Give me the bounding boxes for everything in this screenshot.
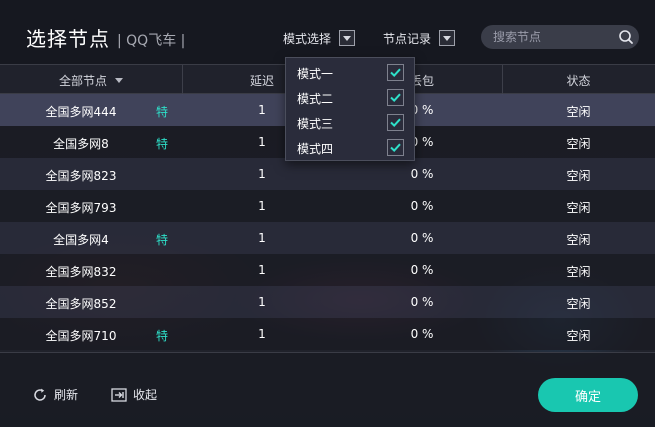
node-status: 空闲 bbox=[566, 201, 591, 215]
mode-option-label: 模式三 bbox=[297, 117, 334, 131]
special-tag: 特 bbox=[155, 105, 168, 119]
footer-bar: 刷新 收起 确定 bbox=[0, 352, 655, 427]
node-name: 全国多网710 bbox=[45, 329, 117, 343]
mode-option-2[interactable]: 模式二 bbox=[286, 85, 414, 110]
node-name: 全国多网823 bbox=[45, 169, 117, 183]
table-row[interactable]: 全国多网793 1 0 % 空闲 bbox=[0, 190, 655, 222]
search-box[interactable] bbox=[481, 25, 639, 49]
node-status: 空闲 bbox=[566, 137, 591, 151]
mode-option-label: 模式一 bbox=[297, 67, 334, 81]
column-header-node-label: 全部节点 bbox=[58, 74, 107, 88]
table-row[interactable]: 全国多网710 特 1 0 % 空闲 bbox=[0, 318, 655, 350]
search-input[interactable] bbox=[493, 28, 611, 46]
mode-checkbox[interactable] bbox=[387, 114, 404, 131]
mode-option-label: 模式二 bbox=[297, 92, 334, 106]
check-icon bbox=[390, 118, 401, 128]
special-tag: 特 bbox=[155, 329, 168, 343]
header-bar: 选择节点 | QQ飞车 | 模式选择 节点记录 bbox=[0, 0, 655, 64]
node-status: 空闲 bbox=[566, 297, 591, 311]
collapse-icon bbox=[111, 387, 127, 402]
mode-option-1[interactable]: 模式一 bbox=[286, 60, 414, 85]
node-name: 全国多网8 bbox=[53, 137, 109, 151]
collapse-label: 收起 bbox=[133, 388, 158, 402]
mode-dropdown-menu: 模式一 模式二 模式三 模式四 bbox=[285, 57, 415, 161]
node-delay: 1 bbox=[258, 231, 266, 245]
refresh-icon bbox=[34, 388, 46, 401]
check-icon bbox=[390, 143, 401, 153]
node-name: 全国多网793 bbox=[45, 201, 117, 215]
node-loss: 0 % bbox=[410, 263, 434, 277]
node-loss: 0 % bbox=[410, 231, 434, 245]
check-icon bbox=[390, 68, 401, 78]
node-name: 全国多网444 bbox=[45, 105, 117, 119]
node-name: 全国多网832 bbox=[45, 265, 117, 279]
mode-option-3[interactable]: 模式三 bbox=[286, 110, 414, 135]
mode-select-dropdown-button[interactable] bbox=[339, 30, 355, 46]
node-delay: 1 bbox=[258, 327, 266, 341]
mode-option-4[interactable]: 模式四 bbox=[286, 135, 414, 160]
mode-checkbox[interactable] bbox=[387, 64, 404, 81]
node-status: 空闲 bbox=[566, 105, 591, 119]
node-loss: 0 % bbox=[410, 167, 434, 181]
special-tag: 特 bbox=[155, 137, 168, 151]
mode-option-label: 模式四 bbox=[297, 142, 334, 156]
refresh-button[interactable]: 刷新 bbox=[32, 386, 78, 403]
mode-select-label[interactable]: 模式选择 bbox=[283, 30, 331, 47]
node-record-dropdown-button[interactable] bbox=[439, 30, 455, 46]
node-status: 空闲 bbox=[566, 233, 591, 247]
column-header-status: 状态 bbox=[566, 74, 591, 88]
table-row[interactable]: 全国多网852 1 0 % 空闲 bbox=[0, 286, 655, 318]
node-delay: 1 bbox=[258, 199, 266, 213]
node-status: 空闲 bbox=[566, 169, 591, 183]
column-header-node[interactable]: 全部节点 bbox=[0, 72, 182, 89]
table-row[interactable]: 全国多网832 1 0 % 空闲 bbox=[0, 254, 655, 286]
node-name: 全国多网852 bbox=[45, 297, 117, 311]
node-status: 空闲 bbox=[566, 329, 591, 343]
node-loss: 0 % bbox=[410, 199, 434, 213]
game-name: | QQ飞车 | bbox=[117, 33, 186, 49]
chevron-down-icon[interactable] bbox=[115, 78, 123, 83]
special-tag: 特 bbox=[155, 233, 168, 247]
table-row[interactable]: 全国多网4 特 1 0 % 空闲 bbox=[0, 222, 655, 254]
node-delay: 1 bbox=[258, 263, 266, 277]
node-loss: 0 % bbox=[410, 327, 434, 341]
page-title: 选择节点 bbox=[26, 27, 110, 51]
refresh-label: 刷新 bbox=[54, 388, 79, 402]
node-loss: 0 % bbox=[410, 295, 434, 309]
mode-checkbox[interactable] bbox=[387, 139, 404, 156]
node-delay: 1 bbox=[258, 167, 266, 181]
confirm-button[interactable]: 确定 bbox=[538, 378, 638, 412]
node-status: 空闲 bbox=[566, 265, 591, 279]
node-record-label[interactable]: 节点记录 bbox=[383, 30, 431, 47]
mode-checkbox[interactable] bbox=[387, 89, 404, 106]
collapse-button[interactable]: 收起 bbox=[111, 386, 157, 403]
table-row[interactable]: 全国多网823 1 0 % 空闲 bbox=[0, 158, 655, 190]
search-icon[interactable] bbox=[618, 29, 634, 45]
node-name: 全国多网4 bbox=[53, 233, 109, 247]
check-icon bbox=[390, 93, 401, 103]
node-delay: 1 bbox=[258, 295, 266, 309]
